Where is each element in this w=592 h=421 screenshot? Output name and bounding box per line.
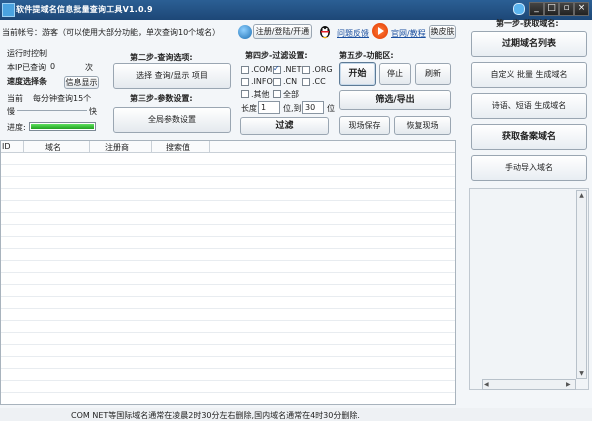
step1-title: 第一步-获取域名: xyxy=(496,19,559,28)
column-header-search-value[interactable]: 搜索值 xyxy=(166,142,190,153)
length-max-input[interactable]: 30 xyxy=(302,101,324,114)
filter-org-checkbox[interactable] xyxy=(302,66,310,74)
export-button[interactable]: 筛选/导出 xyxy=(339,90,451,110)
filter-net-label: .NET xyxy=(283,65,302,74)
globe-icon xyxy=(238,25,252,39)
expired-domains-button[interactable]: 过期域名列表 xyxy=(471,31,587,57)
refresh-button[interactable]: 刷新 xyxy=(415,63,451,85)
manual-import-button[interactable]: 手动导入域名 xyxy=(471,155,587,181)
skin-button[interactable]: 换皮肤 xyxy=(429,25,456,39)
restore-button[interactable]: □ xyxy=(544,2,559,16)
progress-label: 进度: xyxy=(7,123,26,132)
column-divider xyxy=(23,141,24,152)
speed-label: 速度选择条 xyxy=(7,77,47,86)
slow-label: 慢 xyxy=(7,107,15,116)
window-title: 软件提域名信息批量查询工具V1.0.9 xyxy=(16,5,153,14)
title-bar: 软件提域名信息批量查询工具V1.0.9 _ □ ▫ × xyxy=(0,0,592,20)
app-icon xyxy=(2,3,15,17)
column-divider xyxy=(89,141,90,152)
per-minute-label: 每分钟查询15个 xyxy=(33,94,92,103)
ip-query-unit: 次 xyxy=(85,63,93,72)
current-label: 当前 xyxy=(7,94,23,103)
scroll-up-icon[interactable]: ▲ xyxy=(577,191,586,200)
filter-org-label: .ORG xyxy=(312,65,333,74)
filter-cn-checkbox[interactable] xyxy=(273,78,281,86)
domain-input-area[interactable] xyxy=(469,188,589,390)
column-header-id[interactable]: ID xyxy=(2,142,11,151)
column-divider xyxy=(209,141,210,152)
restore-scene-button[interactable]: 恢复现场 xyxy=(394,116,451,135)
select-query-items-button[interactable]: 选择 查询/显示 项目 xyxy=(113,63,231,89)
account-status: 当前帐号：游客（可以使用大部分功能，单次查询10个域名） xyxy=(2,28,221,37)
step2-title: 第二步-查询选项: xyxy=(130,53,193,62)
step5-title: 第五步-功能区: xyxy=(339,51,394,60)
length-to-label: 位,到 xyxy=(283,104,302,113)
column-header-registrar[interactable]: 注册商 xyxy=(105,142,129,153)
right-panel: 第一步-获取域名: 过期域名列表 自定义 批量 生成域名 诗语、短语 生成域名 … xyxy=(469,18,590,390)
maximize-button[interactable]: ▫ xyxy=(559,2,574,16)
speed-slider-track[interactable] xyxy=(17,110,87,111)
fast-label: 快 xyxy=(89,107,97,116)
scroll-down-icon[interactable]: ▼ xyxy=(577,369,586,378)
column-divider xyxy=(151,141,152,152)
vertical-scrollbar[interactable]: ▲ ▼ xyxy=(576,190,587,379)
filter-com-checkbox[interactable] xyxy=(241,66,249,74)
qq-penguin-icon xyxy=(320,26,330,39)
poem-generate-button[interactable]: 诗语、短语 生成域名 xyxy=(471,93,587,119)
ip-query-count: 0 xyxy=(50,62,56,71)
minimize-button[interactable]: _ xyxy=(529,2,544,16)
progress-fill xyxy=(31,124,94,129)
scroll-left-icon[interactable]: ◀ xyxy=(484,380,489,389)
filter-other-checkbox[interactable] xyxy=(241,90,249,98)
filter-info-checkbox[interactable] xyxy=(241,78,249,86)
filter-button[interactable]: 过滤 xyxy=(240,117,329,135)
filter-net-checkbox[interactable] xyxy=(273,64,281,74)
icp-domains-button[interactable]: 获取备案域名 xyxy=(471,124,587,150)
table-body xyxy=(1,153,455,404)
length-min-input[interactable]: 1 xyxy=(258,101,280,114)
step3-title: 第三步-参数设置: xyxy=(130,94,193,103)
status-text: COM NET等国际域名通常在凌晨2时30分左右删除,国内域名通常在4时30分删… xyxy=(71,411,360,420)
table-header: ID 域名 注册商 搜索值 xyxy=(1,141,455,153)
filter-cc-checkbox[interactable] xyxy=(302,78,310,86)
stop-button[interactable]: 停止 xyxy=(379,63,411,85)
domain-table[interactable]: ID 域名 注册商 搜索值 xyxy=(0,140,456,405)
filter-com-label: .COM xyxy=(251,65,273,74)
runtime-title: 运行时控制 xyxy=(7,49,47,58)
filter-info-label: .INFO xyxy=(251,77,273,86)
filter-other-label: .其他 xyxy=(251,90,270,99)
scroll-right-icon[interactable]: ▶ xyxy=(566,380,571,389)
close-button[interactable]: × xyxy=(574,2,589,16)
website-link[interactable]: 官网/教程 xyxy=(391,28,426,39)
progress-bar xyxy=(29,122,96,131)
step4-title: 第四步-过滤设置: xyxy=(245,51,308,60)
filter-all-label: 全部 xyxy=(283,90,299,99)
filter-cc-label: .CC xyxy=(312,77,326,86)
filter-cn-label: .CN xyxy=(283,77,298,86)
length-label: 长度 xyxy=(241,104,257,113)
ip-query-label: 本IP已查询 xyxy=(7,63,47,72)
horizontal-scrollbar[interactable]: ◀ ▶ xyxy=(482,379,576,390)
global-settings-button[interactable]: 全局参数设置 xyxy=(113,107,231,133)
feedback-link[interactable]: 问题反馈 xyxy=(337,28,369,39)
custom-generate-button[interactable]: 自定义 批量 生成域名 xyxy=(471,62,587,88)
info-display-button[interactable]: 信息显示 xyxy=(64,76,99,89)
register-button[interactable]: 注册/登陆/开通 xyxy=(253,24,312,39)
pin-icon[interactable] xyxy=(513,3,525,15)
start-button[interactable]: 开始 xyxy=(339,62,376,86)
column-header-domain[interactable]: 域名 xyxy=(45,142,61,153)
save-scene-button[interactable]: 现场保存 xyxy=(339,116,390,135)
play-icon xyxy=(372,23,388,39)
length-unit-label: 位 xyxy=(327,104,335,113)
status-bar: COM NET等国际域名通常在凌晨2时30分左右删除,国内域名通常在4时30分删… xyxy=(0,408,592,421)
filter-all-checkbox[interactable] xyxy=(273,90,281,98)
